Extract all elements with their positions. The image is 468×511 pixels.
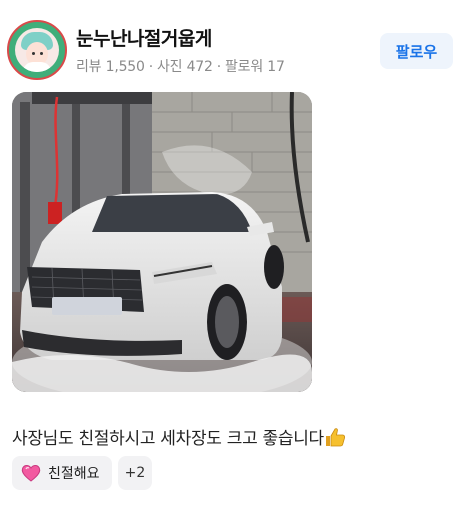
review-photo[interactable] xyxy=(12,92,312,392)
tag-label: 친절해요 xyxy=(48,466,100,482)
review-body: 사장님도 친절하시고 세차장도 크고 좋습니다 xyxy=(12,429,324,449)
thumbs-up-icon xyxy=(325,428,345,447)
more-tags-button[interactable]: +2 xyxy=(118,456,152,490)
avatar-illustration xyxy=(15,28,59,72)
heart-icon xyxy=(21,465,41,482)
avatar[interactable] xyxy=(7,20,67,80)
username[interactable]: 눈누난나절거웁게 xyxy=(76,24,212,51)
review-header: 눈누난나절거웁게 리뷰 1,550 · 사진 472 · 팔로워 17 팔로우 xyxy=(0,0,468,92)
separator: · xyxy=(148,59,153,75)
tag-chip-kind[interactable]: 친절해요 xyxy=(12,456,112,490)
user-stats: 리뷰 1,550 · 사진 472 · 팔로워 17 xyxy=(76,56,285,76)
separator: · xyxy=(216,59,221,75)
more-tags-count: +2 xyxy=(124,465,146,481)
review-text: 사장님도 친절하시고 세차장도 크고 좋습니다 xyxy=(12,424,346,449)
reviews-count: 리뷰 1,550 xyxy=(76,59,145,75)
followers-count: 팔로워 17 xyxy=(224,59,285,75)
photos-count: 사진 472 xyxy=(156,59,213,75)
follow-button[interactable]: 팔로우 xyxy=(380,33,453,69)
car-wash-photo xyxy=(12,92,312,392)
